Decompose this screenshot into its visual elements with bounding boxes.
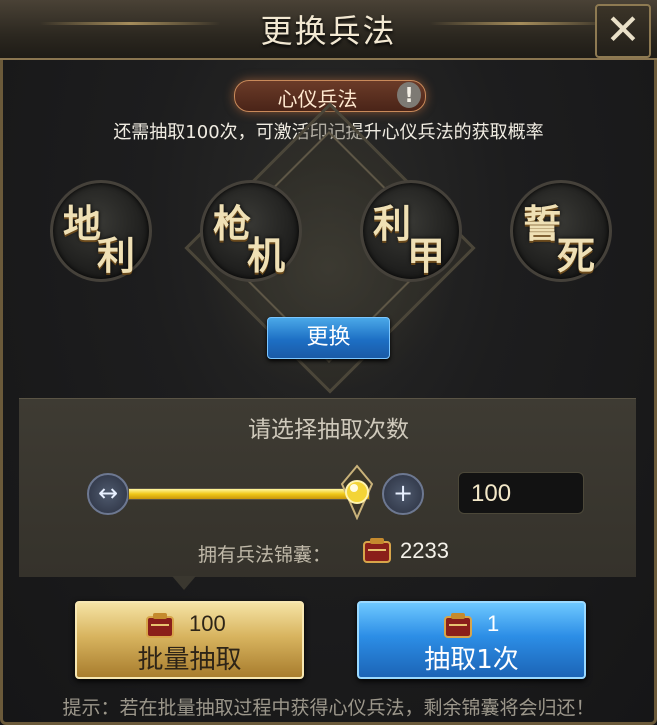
medal-char-1: 利 [373, 201, 412, 246]
close-button[interactable]: ✕ [595, 4, 651, 58]
close-icon: ✕ [605, 5, 641, 54]
draw-count-slider[interactable] [128, 488, 370, 500]
medal-char-1: 地 [63, 201, 102, 246]
tactic-medal-qiangji[interactable]: 枪 机 [200, 180, 302, 282]
single-draw-label: 抽取1次 [424, 645, 519, 675]
tactic-medal-lijia[interactable]: 利 甲 [360, 180, 462, 282]
decrease-button[interactable]: ↔ [87, 473, 129, 515]
brocade-bag-icon [444, 613, 472, 638]
single-cost: 1 [487, 611, 500, 636]
medal-char-1: 誓 [523, 201, 562, 246]
selection-pointer [172, 576, 196, 590]
favorite-tactic-label: 心仪兵法 [277, 87, 358, 111]
footer-hint: 提示：若在批量抽取过程中获得心仪兵法，剩余锦囊将会归还！ [62, 697, 595, 719]
minus-icon: ↔ [97, 479, 119, 507]
owned-bags-count: 2233 [400, 538, 449, 563]
medal-char-2: 机 [247, 233, 286, 278]
slider-thumb[interactable] [340, 464, 374, 520]
tactic-medal-dili[interactable]: 地 利 [50, 180, 152, 282]
draw-count-title: 请选择抽取次数 [248, 417, 409, 443]
slider-fill [129, 489, 369, 499]
batch-draw-label: 批量抽取 [137, 645, 242, 675]
tactic-medal-shisi[interactable]: 誓 死 [510, 180, 612, 282]
medal-char-2: 死 [557, 233, 596, 278]
batch-cost: 100 [189, 611, 226, 636]
brocade-bag-icon [146, 613, 174, 638]
owned-bags-label: 拥有兵法锦囊： [198, 544, 332, 566]
dialog-title: 更换兵法 [260, 12, 397, 50]
plus-icon: + [392, 479, 414, 507]
brocade-bag-icon [363, 538, 391, 563]
quantity-field[interactable]: 100 [458, 472, 584, 514]
dialog-header: 更换兵法 ✕ [0, 0, 657, 60]
medal-char-2: 利 [97, 233, 136, 278]
info-icon[interactable]: ! [397, 82, 421, 108]
medal-char-2: 甲 [407, 233, 446, 278]
change-button[interactable]: 更换 [267, 317, 390, 359]
increase-button[interactable]: + [382, 473, 424, 515]
batch-draw-button[interactable]: 100 批量抽取 [75, 601, 304, 679]
single-draw-button[interactable]: 1 抽取1次 [357, 601, 586, 679]
medal-char-1: 枪 [213, 201, 252, 246]
